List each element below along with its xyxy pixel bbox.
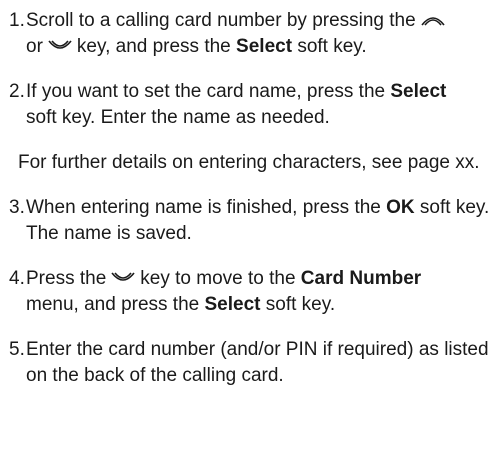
step-text: When entering name is finished, press th…	[26, 197, 381, 218]
up-arrow-key-icon	[420, 13, 446, 27]
instruction-page: 1. Scroll to a calling card number by pr…	[0, 0, 502, 468]
step-number: 1.	[9, 10, 25, 31]
menu-label: Card Number	[300, 268, 422, 289]
step-1: 1. Scroll to a calling card number by pr…	[9, 8, 502, 60]
step-3: 3. When entering name is finished, press…	[9, 195, 502, 247]
step-text: Scroll to a calling card number by press…	[26, 10, 416, 31]
softkey-label: Select	[390, 81, 447, 102]
softkey-label: OK	[386, 197, 415, 218]
note-text: For further details on entering characte…	[18, 152, 480, 173]
step-text: Press the	[26, 268, 107, 289]
step-text: key, and press the	[76, 36, 231, 57]
step-text: or	[26, 36, 43, 57]
step-number: 2.	[9, 81, 25, 102]
step-number: 3.	[9, 197, 25, 218]
step-number: 5.	[9, 339, 25, 360]
step-number: 4.	[9, 268, 25, 289]
down-arrow-key-icon	[110, 271, 136, 285]
step-text: key to move to the	[140, 268, 296, 289]
step-5: 5. Enter the card number (and/or PIN if …	[9, 337, 502, 389]
step-text: soft key.	[297, 36, 367, 57]
step-text: Enter the card number (and/or PIN if req…	[26, 339, 489, 386]
step-text: soft key.	[265, 294, 336, 315]
step-text: If you want to set the card name, press …	[26, 81, 386, 102]
step-text: soft key. Enter the name as needed.	[26, 107, 330, 128]
step-4: 4. Press the key to move to the Card Numb…	[9, 266, 502, 318]
softkey-label: Select	[236, 36, 293, 57]
softkey-label: Select	[204, 294, 261, 315]
down-arrow-key-icon	[47, 39, 73, 53]
step-text: menu, and press the	[26, 294, 200, 315]
step-2: 2. If you want to set the card name, pre…	[9, 79, 502, 131]
